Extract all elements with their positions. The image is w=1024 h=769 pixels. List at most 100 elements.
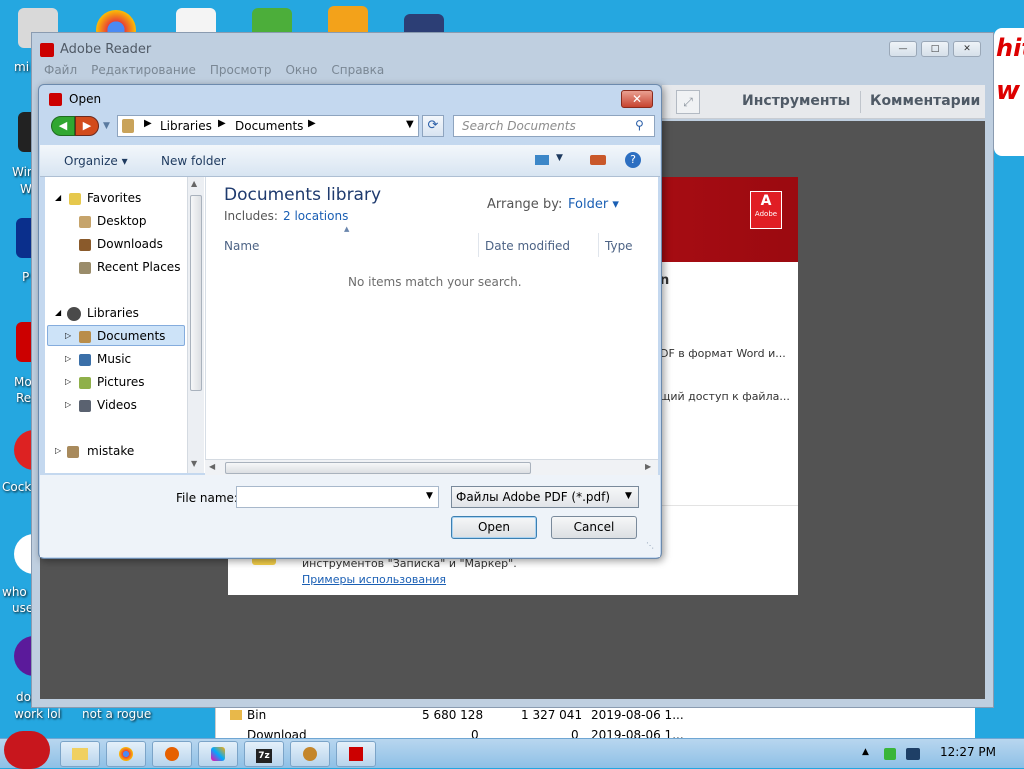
desktop-label: Cock xyxy=(2,480,32,494)
collapse-arrow-icon[interactable]: ▷ xyxy=(65,400,71,409)
game-icon xyxy=(303,747,317,761)
app-taskbar-button[interactable] xyxy=(198,741,238,767)
file-type-select[interactable]: Файлы Adobe PDF (*.pdf) xyxy=(451,486,639,508)
column-name[interactable]: Name xyxy=(224,239,259,253)
file-list-pane: Documents library Includes: 2 locations … xyxy=(205,177,658,473)
includes-link[interactable]: 2 locations xyxy=(283,209,348,223)
nav-scrollbar[interactable]: ▲ ▼ xyxy=(187,177,204,473)
expand-arrow-icon[interactable]: ◢ xyxy=(55,308,61,317)
menu-file[interactable]: Файл xyxy=(44,63,77,81)
menu-window[interactable]: Окно xyxy=(285,63,317,81)
nav-music[interactable]: Music xyxy=(97,352,131,366)
file-type-dropdown-icon[interactable]: ▼ xyxy=(625,491,632,501)
7zip-icon: 7z xyxy=(256,749,272,763)
comments-button[interactable]: Комментарии xyxy=(870,93,980,109)
minimize-button[interactable]: — xyxy=(889,41,917,57)
tools-button[interactable]: Инструменты xyxy=(742,93,850,109)
nav-favorites[interactable]: Favorites xyxy=(87,191,141,205)
column-divider xyxy=(478,233,479,257)
nav-desktop[interactable]: Desktop xyxy=(97,214,147,228)
file-name-dropdown-icon[interactable]: ▼ xyxy=(426,491,433,501)
search-input[interactable]: Search Documents xyxy=(453,115,655,137)
desktop-label: not a rogue xyxy=(82,707,152,721)
organize-button[interactable]: Organize ▾ xyxy=(64,154,128,168)
new-folder-button[interactable]: New folder xyxy=(161,154,226,168)
network-icon[interactable] xyxy=(906,748,920,760)
organize-label: Organize xyxy=(64,154,118,168)
panel-line-word[interactable]: DF в формат Word и... xyxy=(660,347,786,360)
collapse-arrow-icon[interactable]: ▷ xyxy=(55,446,61,455)
column-date-modified[interactable]: Date modified xyxy=(485,239,570,253)
nav-downloads[interactable]: Downloads xyxy=(97,237,163,251)
user-folder-icon xyxy=(67,446,79,458)
back-button[interactable]: ◀ xyxy=(51,116,75,136)
menu-help[interactable]: Справка xyxy=(331,63,384,81)
arrange-dropdown[interactable]: Folder ▾ xyxy=(568,197,619,212)
recent-dropdown-icon[interactable]: ▼ xyxy=(103,121,110,131)
scroll-down-icon[interactable]: ▼ xyxy=(191,459,197,468)
forward-button[interactable]: ▶ xyxy=(75,116,99,136)
scroll-right-icon[interactable]: ▶ xyxy=(645,462,651,471)
cancel-button[interactable]: Cancel xyxy=(551,516,637,539)
nav-libraries[interactable]: Libraries xyxy=(87,306,139,320)
collapse-arrow-icon[interactable]: ▷ xyxy=(65,331,71,340)
7zip-taskbar-button[interactable]: 7z xyxy=(244,741,284,767)
desktop-icon xyxy=(79,216,91,228)
dialog-footer: File name: ▼ Файлы Adobe PDF (*.pdf) ▼ O… xyxy=(40,475,660,557)
scroll-left-icon[interactable]: ◀ xyxy=(209,462,215,471)
file-name-input[interactable] xyxy=(236,486,439,508)
dialog-title: Open xyxy=(69,92,102,106)
resize-grip-icon[interactable]: ⋱ xyxy=(646,541,654,550)
h-scroll-thumb[interactable] xyxy=(225,462,531,474)
sort-arrow-icon: ▲ xyxy=(344,225,350,233)
explorer-taskbar-button[interactable] xyxy=(60,741,100,767)
menu-edit[interactable]: Редактирование xyxy=(91,63,196,81)
fm-name[interactable]: Bin xyxy=(247,708,266,722)
chrome-taskbar-button[interactable] xyxy=(106,741,146,767)
clock[interactable]: 12:27 PM xyxy=(940,745,996,759)
search-icon[interactable]: ⚲ xyxy=(635,118,644,132)
close-button[interactable]: ✕ xyxy=(953,41,981,57)
scroll-up-icon[interactable]: ▲ xyxy=(191,179,197,188)
nav-mistake[interactable]: mistake xyxy=(87,444,134,458)
nav-recent-places[interactable]: Recent Places xyxy=(97,260,180,274)
horizontal-scrollbar[interactable]: ◀ ▶ xyxy=(205,459,658,475)
refresh-icon[interactable]: ⟳ xyxy=(422,115,444,137)
adobe-taskbar-button[interactable] xyxy=(336,741,376,767)
breadcrumb-documents[interactable]: Documents xyxy=(235,119,303,133)
collapse-arrow-icon[interactable]: ▷ xyxy=(65,377,71,386)
breadcrumb-libraries[interactable]: Libraries xyxy=(160,119,212,133)
address-dropdown-icon[interactable]: ▼ xyxy=(406,119,414,130)
expand-arrow-icon[interactable]: ◢ xyxy=(55,193,61,202)
start-button-icon[interactable] xyxy=(4,731,50,769)
desktop-label: do xyxy=(16,690,31,704)
nav-videos[interactable]: Videos xyxy=(97,398,137,412)
open-button[interactable]: Open xyxy=(451,516,537,539)
column-type[interactable]: Type xyxy=(605,239,633,253)
tray-expand-icon[interactable]: ▲ xyxy=(862,747,869,757)
expand-icon[interactable]: ⤢ xyxy=(676,90,700,114)
panel-line-share[interactable]: щий доступ к файла... xyxy=(660,390,790,403)
open-dialog: Open ✕ ◀ ▶ ▼ ▶ Libraries ▶ Documents ▶ ▼… xyxy=(38,84,662,559)
nav-pictures[interactable]: Pictures xyxy=(97,375,145,389)
address-bar[interactable]: ▶ Libraries ▶ Documents ▶ ▼ xyxy=(117,115,419,137)
dialog-close-button[interactable]: ✕ xyxy=(621,90,653,108)
nav-documents[interactable]: Documents xyxy=(97,329,165,343)
examples-link[interactable]: Примеры использования xyxy=(302,573,446,586)
help-icon[interactable]: ? xyxy=(625,152,641,168)
desktop-label: who xyxy=(2,585,27,599)
nav-scroll-thumb[interactable] xyxy=(190,195,202,391)
toolbar-divider xyxy=(860,91,861,113)
maximize-button[interactable]: □ xyxy=(921,41,949,57)
scribble-text: w xyxy=(996,76,1021,106)
view-dropdown-icon[interactable]: ▼ xyxy=(556,153,563,163)
firefox-taskbar-button[interactable] xyxy=(152,741,192,767)
game-taskbar-button[interactable] xyxy=(290,741,330,767)
collapse-arrow-icon[interactable]: ▷ xyxy=(65,354,71,363)
battery-icon[interactable] xyxy=(884,748,896,760)
view-icon[interactable] xyxy=(535,155,549,165)
scribble-text: hit xyxy=(996,34,1024,62)
menu-view[interactable]: Просмотр xyxy=(210,63,272,81)
preview-pane-icon[interactable] xyxy=(590,155,606,165)
fm-size: 5 680 128 xyxy=(422,708,484,722)
